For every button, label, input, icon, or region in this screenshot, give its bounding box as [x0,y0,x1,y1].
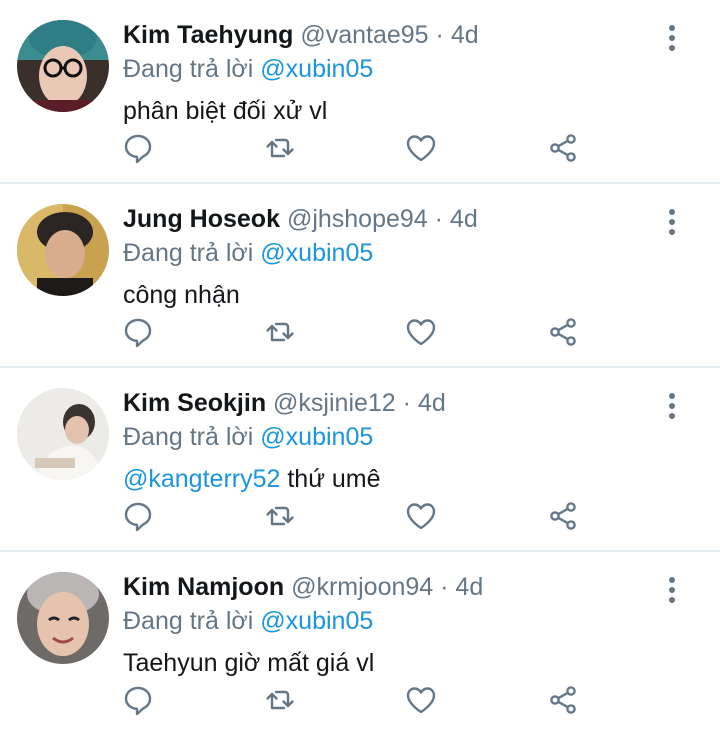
tweet-header: Jung Hoseok @jhshope94 · 4d [123,202,478,236]
replying-to: Đang trả lời @xubin05 [123,236,373,270]
like-icon[interactable] [401,312,441,352]
display-name[interactable]: Jung Hoseok [123,205,280,233]
tweet-text: Taehyun giờ mất giá vl [123,646,374,680]
timestamp[interactable]: 4d [451,21,479,49]
display-name[interactable]: Kim Namjoon [123,573,284,601]
separator: · [435,21,444,49]
tweet-actions [0,680,720,720]
user-handle[interactable]: @ksjinie12 [273,389,396,417]
replying-prefix: Đang trả lời [123,239,254,267]
like-icon[interactable] [401,680,441,720]
retweet-icon[interactable] [260,680,300,720]
replying-to: Đang trả lời @xubin05 [123,52,373,86]
more-options-icon[interactable] [658,206,686,238]
tweet[interactable]: Kim Seokjin @ksjinie12 · 4d Đang trả lời… [0,368,720,552]
more-options-icon[interactable] [658,390,686,422]
more-options-icon[interactable] [658,574,686,606]
tweet[interactable]: Jung Hoseok @jhshope94 · 4d Đang trả lời… [0,184,720,368]
share-icon[interactable] [543,128,583,168]
replying-prefix: Đang trả lời [123,55,254,83]
tweet-text: phân biệt đối xử vl [123,94,327,128]
user-handle[interactable]: @jhshope94 [287,205,428,233]
tweet-header: Kim Namjoon @krmjoon94 · 4d [123,570,483,604]
like-icon[interactable] [401,496,441,536]
share-icon[interactable] [543,496,583,536]
tweet-text: công nhận [123,278,240,312]
tweet[interactable]: Kim Taehyung @vantae95 · 4d Đang trả lời… [0,0,720,184]
replying-to: Đang trả lời @xubin05 [123,420,373,454]
more-options-icon[interactable] [658,22,686,54]
tweet-actions [0,496,720,536]
separator: · [402,389,411,417]
retweet-icon[interactable] [260,128,300,168]
reply-icon[interactable] [118,128,158,168]
replying-mention[interactable]: @xubin05 [260,239,373,267]
avatar-photo-icon [17,204,109,296]
like-icon[interactable] [401,128,441,168]
display-name[interactable]: Kim Seokjin [123,389,266,417]
display-name[interactable]: Kim Taehyung [123,21,293,49]
avatar-photo-icon [17,20,109,112]
retweet-icon[interactable] [260,496,300,536]
text-mention[interactable]: @kangterry52 [123,465,280,493]
replying-prefix: Đang trả lời [123,423,254,451]
avatar-photo-icon [17,572,109,664]
separator: · [440,573,449,601]
text-body: thứ umê [280,465,381,493]
tweet-header: Kim Taehyung @vantae95 · 4d [123,18,479,52]
avatar[interactable] [17,572,109,664]
replying-mention[interactable]: @xubin05 [260,607,373,635]
tweet-header: Kim Seokjin @ksjinie12 · 4d [123,386,446,420]
timestamp[interactable]: 4d [455,573,483,601]
user-handle[interactable]: @krmjoon94 [291,573,433,601]
replying-mention[interactable]: @xubin05 [260,55,373,83]
replying-prefix: Đang trả lời [123,607,254,635]
avatar-photo-icon [17,388,109,480]
retweet-icon[interactable] [260,312,300,352]
reply-feed: Kim Taehyung @vantae95 · 4d Đang trả lời… [0,0,720,736]
reply-icon[interactable] [118,680,158,720]
share-icon[interactable] [543,680,583,720]
timestamp[interactable]: 4d [418,389,446,417]
text-body: Taehyun giờ mất giá vl [123,649,375,677]
tweet-actions [0,312,720,352]
avatar[interactable] [17,388,109,480]
tweet[interactable]: Kim Namjoon @krmjoon94 · 4d Đang trả lời… [0,552,720,736]
replying-mention[interactable]: @xubin05 [260,423,373,451]
reply-icon[interactable] [118,496,158,536]
text-body: phân biệt đối xử vl [123,97,328,125]
text-body: công nhận [123,281,240,309]
tweet-text: @kangterry52 thứ umê [123,462,381,496]
share-icon[interactable] [543,312,583,352]
user-handle[interactable]: @vantae95 [300,21,428,49]
separator: · [434,205,443,233]
avatar[interactable] [17,204,109,296]
timestamp[interactable]: 4d [450,205,478,233]
replying-to: Đang trả lời @xubin05 [123,604,373,638]
avatar[interactable] [17,20,109,112]
reply-icon[interactable] [118,312,158,352]
tweet-actions [0,128,720,168]
